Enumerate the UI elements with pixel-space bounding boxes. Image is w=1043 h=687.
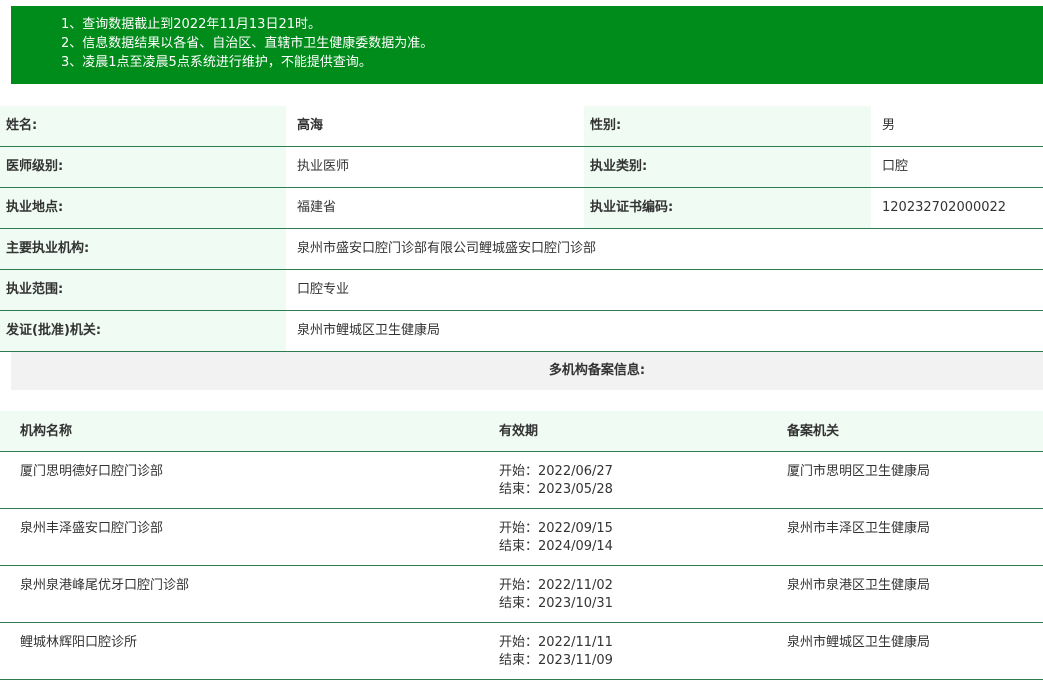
row-authority: 厦门市思明区卫生健康局 — [787, 464, 931, 479]
issuer-label: 发证(批准)机关: — [0, 311, 286, 351]
row-org: 厦门思明德好口腔门诊部 — [20, 464, 164, 479]
row-start: 开始：2022/09/15 — [499, 521, 613, 536]
info-row-level: 医师级别: 执业医师 执业类别: 口腔 — [0, 147, 1043, 188]
location-value: 福建省 — [291, 188, 577, 228]
category-label: 执业类别: — [584, 147, 871, 187]
cert-label: 执业证书编码: — [584, 188, 871, 228]
row-org: 泉州泉港峰尾优牙口腔门诊部 — [20, 578, 190, 593]
table-header: 机构名称 有效期 备案机关 — [0, 411, 1043, 452]
row-authority: 泉州市丰泽区卫生健康局 — [787, 521, 931, 536]
multi-org-title: 多机构备案信息: — [11, 352, 1043, 390]
notice-line-1: 1、查询数据截止到2022年11月13日21时。 — [61, 17, 321, 32]
table-row: 鲤城林辉阳口腔诊所 开始：2022/11/11 结束：2023/11/09 泉州… — [0, 623, 1043, 680]
multi-org-table: 机构名称 有效期 备案机关 厦门思明德好口腔门诊部 开始：2022/06/27 … — [0, 411, 1043, 680]
info-row-location: 执业地点: 福建省 执业证书编码: 120232702000022 — [0, 188, 1043, 229]
table-row: 厦门思明德好口腔门诊部 开始：2022/06/27 结束：2023/05/28 … — [0, 452, 1043, 509]
location-label: 执业地点: — [0, 188, 286, 228]
row-start: 开始：2022/06/27 — [499, 464, 613, 479]
notice-banner: 1、查询数据截止到2022年11月13日21时。 2、信息数据结果以各省、自治区… — [11, 6, 1043, 84]
name-label: 姓名: — [0, 106, 286, 146]
org-label: 主要执业机构: — [0, 229, 286, 269]
issuer-value: 泉州市鲤城区卫生健康局 — [291, 311, 1043, 351]
row-validity: 开始：2022/11/11 结束：2023/11/09 — [499, 634, 613, 670]
cert-value: 120232702000022 — [876, 188, 1043, 228]
notice-line-2: 2、信息数据结果以各省、自治区、直辖市卫生健康委数据为准。 — [61, 36, 434, 51]
doctor-info-table: 姓名: 高海 性别: 男 医师级别: 执业医师 执业类别: 口腔 执业地点: 福… — [0, 106, 1043, 352]
row-end: 结束：2023/05/28 — [499, 482, 613, 497]
header-org: 机构名称 — [20, 424, 73, 439]
info-row-issuer: 发证(批准)机关: 泉州市鲤城区卫生健康局 — [0, 311, 1043, 352]
scope-value: 口腔专业 — [291, 270, 1043, 310]
row-authority: 泉州市鲤城区卫生健康局 — [787, 635, 931, 650]
name-value: 高海 — [291, 106, 577, 146]
gender-label: 性别: — [584, 106, 871, 146]
category-value: 口腔 — [876, 147, 1043, 187]
gender-value: 男 — [876, 106, 1043, 146]
row-validity: 开始：2022/06/27 结束：2023/05/28 — [499, 463, 613, 499]
info-row-org: 主要执业机构: 泉州市盛安口腔门诊部有限公司鲤城盛安口腔门诊部 — [0, 229, 1043, 270]
header-validity: 有效期 — [499, 424, 539, 439]
table-row: 泉州丰泽盛安口腔门诊部 开始：2022/09/15 结束：2024/09/14 … — [0, 509, 1043, 566]
info-row-scope: 执业范围: 口腔专业 — [0, 270, 1043, 311]
row-validity: 开始：2022/11/02 结束：2023/10/31 — [499, 577, 613, 613]
scope-label: 执业范围: — [0, 270, 286, 310]
org-value: 泉州市盛安口腔门诊部有限公司鲤城盛安口腔门诊部 — [291, 229, 1043, 269]
row-end: 结束：2024/09/14 — [499, 539, 613, 554]
row-start: 开始：2022/11/11 — [499, 635, 613, 650]
row-end: 结束：2023/10/31 — [499, 596, 613, 611]
level-label: 医师级别: — [0, 147, 286, 187]
row-authority: 泉州市泉港区卫生健康局 — [787, 578, 931, 593]
level-value: 执业医师 — [291, 147, 577, 187]
row-org: 鲤城林辉阳口腔诊所 — [20, 635, 138, 650]
header-authority: 备案机关 — [787, 424, 840, 439]
info-row-name: 姓名: 高海 性别: 男 — [0, 106, 1043, 147]
table-row: 泉州泉港峰尾优牙口腔门诊部 开始：2022/11/02 结束：2023/10/3… — [0, 566, 1043, 623]
row-end: 结束：2023/11/09 — [499, 653, 613, 668]
notice-line-3: 3、凌晨1点至凌晨5点系统进行维护，不能提供查询。 — [61, 55, 372, 70]
row-start: 开始：2022/11/02 — [499, 578, 613, 593]
row-validity: 开始：2022/09/15 结束：2024/09/14 — [499, 520, 613, 556]
row-org: 泉州丰泽盛安口腔门诊部 — [20, 521, 164, 536]
